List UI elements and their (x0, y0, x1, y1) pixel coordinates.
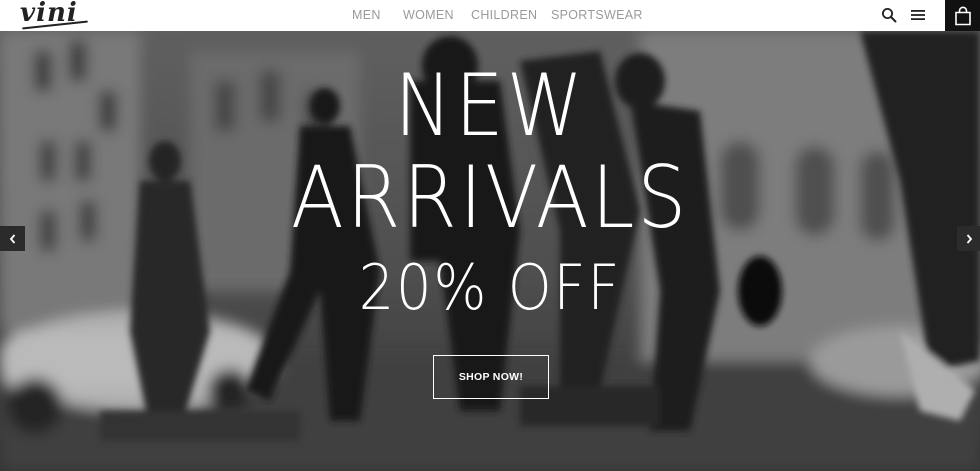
chevron-left-icon (9, 233, 15, 244)
hero-discount: 20% OFF (358, 251, 622, 324)
shop-now-button[interactable]: SHOP NOW! (433, 355, 549, 399)
hero-banner: NEW ARRIVALS 20% OFF SHOP NOW! (0, 31, 980, 471)
shopping-bag-icon (954, 6, 971, 25)
slider-next-button[interactable] (957, 226, 980, 251)
nav-item-children[interactable]: CHILDREN (471, 0, 537, 31)
site-header: vini MEN WOMEN CHILDREN SPORTSWEAR (0, 0, 980, 31)
search-icon[interactable] (880, 6, 898, 24)
nav-item-men[interactable]: MEN (352, 0, 381, 31)
chevron-right-icon (966, 233, 972, 244)
cart-button[interactable] (945, 0, 980, 31)
slider-prev-button[interactable] (0, 226, 25, 251)
hero-title-line-1: NEW (394, 56, 586, 156)
nav-item-sportswear[interactable]: SPORTSWEAR (551, 0, 643, 31)
hero-title-line-2: ARRIVALS (290, 148, 690, 248)
nav-item-women[interactable]: WOMEN (403, 0, 454, 31)
menu-icon[interactable] (909, 6, 927, 24)
